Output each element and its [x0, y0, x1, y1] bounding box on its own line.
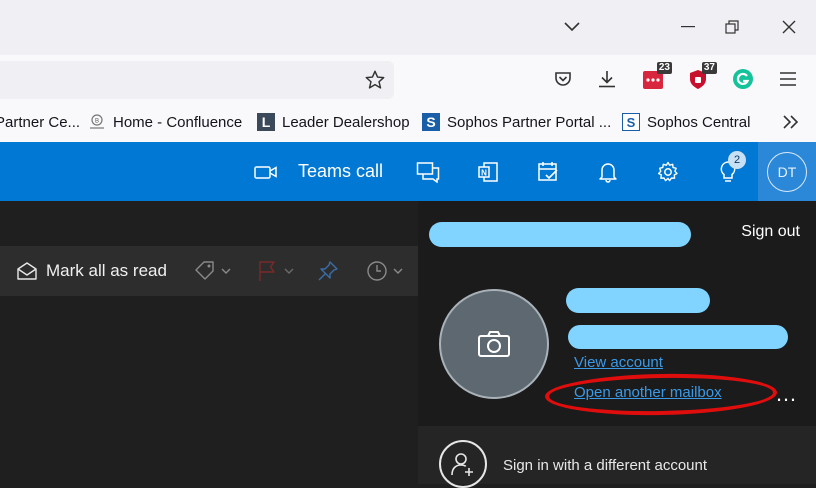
- extension-badge-2: 37: [701, 62, 717, 74]
- account-manager-button[interactable]: DT: [758, 142, 816, 201]
- tips-button[interactable]: 2: [712, 142, 746, 201]
- command-bar: Mark all as read: [0, 246, 418, 296]
- avatar-initials: DT: [777, 163, 797, 180]
- redacted-email: [568, 325, 788, 349]
- extension-badge-1: 23: [656, 62, 672, 74]
- settings-button[interactable]: [652, 142, 684, 201]
- chevron-down-icon: [221, 268, 231, 274]
- pocket-button[interactable]: [548, 65, 578, 93]
- bookmark-sophos-partner[interactable]: S Sophos Partner Portal ...: [422, 102, 611, 142]
- redacted-display-name: [566, 288, 710, 313]
- bookmark-label: Sophos Partner Portal ...: [447, 113, 612, 131]
- bookmark-leader[interactable]: L Leader Dealershop: [257, 102, 410, 142]
- browser-toolbar: 23 37: [0, 55, 816, 102]
- chevron-down-icon: [393, 268, 403, 274]
- notifications-button[interactable]: [592, 142, 624, 201]
- onenote-button[interactable]: N: [472, 142, 504, 201]
- snooze-button[interactable]: [366, 260, 403, 282]
- bookmarks-toolbar: Partner Ce... B Home - Confluence L Lead…: [0, 102, 816, 143]
- tag-icon: [195, 261, 214, 280]
- sophos-favicon-icon: S: [422, 113, 440, 131]
- bookmark-confluence[interactable]: B Home - Confluence: [88, 102, 242, 142]
- flag-icon: [259, 261, 275, 281]
- outlook-header: Teams call N 2 DT: [0, 142, 816, 201]
- address-bar[interactable]: [0, 61, 394, 99]
- download-icon: [599, 71, 615, 88]
- my-day-button[interactable]: [532, 142, 564, 201]
- pin-icon: [318, 261, 338, 281]
- bookmark-label: Sophos Central: [647, 113, 751, 131]
- extension-button-2[interactable]: 37: [683, 62, 717, 93]
- extension-button-1[interactable]: 23: [638, 62, 672, 93]
- more-options-button[interactable]: …: [775, 381, 798, 407]
- restore-button[interactable]: [712, 8, 752, 46]
- close-window-button[interactable]: [769, 8, 809, 46]
- chat-icon: [416, 161, 440, 183]
- clock-icon: [367, 261, 387, 281]
- double-chevron-right-icon: [783, 115, 799, 129]
- chevron-down-icon: [284, 268, 294, 274]
- sign-in-different-account-button[interactable]: Sign in with a different account: [418, 426, 816, 488]
- camera-icon: [478, 331, 510, 357]
- calendar-check-icon: [538, 161, 558, 181]
- bookmark-label: Home - Confluence: [113, 113, 243, 131]
- bookmark-star-button[interactable]: [364, 69, 386, 96]
- bookmark-partner[interactable]: Partner Ce...: [0, 102, 80, 142]
- sign-in-different-label: Sign in with a different account: [503, 457, 708, 474]
- video-camera-icon: [254, 165, 277, 179]
- svg-text:S: S: [426, 114, 435, 130]
- tips-badge: 2: [728, 151, 746, 169]
- list-all-tabs-button[interactable]: [552, 8, 592, 46]
- svg-text:S: S: [627, 115, 636, 130]
- pin-button[interactable]: [317, 260, 339, 287]
- flag-button[interactable]: [258, 260, 294, 282]
- bookmark-sophos-central[interactable]: S Sophos Central: [622, 102, 750, 142]
- minimize-button[interactable]: [668, 8, 708, 46]
- sophos-central-favicon-icon: S: [622, 113, 640, 131]
- teams-call-label: Teams call: [298, 161, 384, 181]
- chat-button[interactable]: [412, 142, 444, 201]
- svg-text:N: N: [481, 168, 487, 177]
- avatar: DT: [767, 151, 807, 192]
- restore-icon: [725, 20, 739, 34]
- hamburger-icon: [780, 72, 796, 86]
- sign-out-button[interactable]: Sign out: [741, 223, 800, 241]
- redacted-org-name: [429, 222, 691, 247]
- downloads-button[interactable]: [592, 65, 622, 93]
- mark-all-read-label: Mark all as read: [46, 261, 167, 280]
- app-menu-button[interactable]: [773, 65, 803, 93]
- envelope-open-icon: [17, 262, 37, 280]
- chevron-down-icon: [564, 22, 580, 32]
- browser-title-bar: [0, 0, 816, 55]
- svg-text:B: B: [95, 119, 99, 125]
- star-icon: [365, 70, 385, 89]
- categorize-button[interactable]: [194, 260, 231, 282]
- bell-icon: [599, 162, 617, 183]
- bookmark-label: Leader Dealershop: [282, 113, 410, 131]
- view-account-link[interactable]: View account: [574, 354, 663, 371]
- mark-all-read-button[interactable]: Mark all as read: [16, 246, 167, 296]
- add-person-icon: [439, 440, 487, 488]
- minimize-icon: [681, 26, 695, 28]
- svg-text:L: L: [262, 114, 271, 130]
- teams-call-button[interactable]: Teams call: [254, 142, 383, 201]
- pocket-icon: [555, 72, 571, 86]
- gear-icon: [658, 161, 678, 181]
- confluence-favicon-icon: B: [88, 113, 106, 131]
- onenote-icon: N: [478, 161, 498, 182]
- more-bookmarks-button[interactable]: [782, 102, 800, 142]
- leader-favicon-icon: L: [257, 113, 275, 131]
- red-annotation-circle: [544, 371, 778, 418]
- account-manager-panel: Sign out View account Open another mailb…: [418, 201, 816, 488]
- grammarly-icon: [733, 69, 753, 89]
- message-list-pane: Mark all as read: [0, 201, 418, 484]
- profile-photo-button[interactable]: [439, 289, 549, 399]
- bookmark-label: Partner Ce...: [0, 113, 81, 131]
- grammarly-button[interactable]: [728, 65, 758, 93]
- close-icon: [782, 20, 796, 34]
